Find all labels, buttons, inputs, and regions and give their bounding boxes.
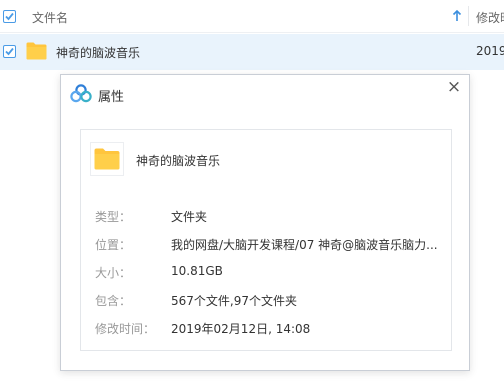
select-all-checkbox[interactable] (3, 10, 16, 23)
file-list-header: 文件名 修改时 (0, 0, 504, 33)
column-header-filename[interactable]: 文件名 (32, 9, 68, 26)
property-label-contains: 包含： (95, 294, 132, 308)
file-row[interactable]: 神奇的脑波音乐 2019 (0, 34, 504, 70)
baidu-cloud-logo-icon (70, 84, 92, 103)
property-value-modified: 2019年02月12日, 14:08 (171, 322, 311, 336)
divider (81, 188, 451, 189)
folder-icon (26, 42, 47, 60)
property-value-contains: 567个文件,97个文件夹 (171, 294, 297, 308)
property-value-type: 文件夹 (171, 210, 208, 224)
dialog-title-bar[interactable]: 属性 × (61, 75, 469, 113)
row-checkbox[interactable] (3, 45, 16, 58)
property-label-modified: 修改时间： (95, 322, 156, 336)
property-value-location[interactable]: 我的网盘/大脑开发课程/07 神奇@脑波音乐脑力... (171, 236, 438, 253)
item-name: 神奇的脑波音乐 (136, 154, 221, 168)
property-label-location: 位置： (95, 238, 132, 252)
file-modified-date: 2019 (476, 44, 504, 58)
checkmark-icon (5, 12, 14, 21)
item-icon-frame (90, 142, 124, 176)
file-name[interactable]: 神奇的脑波音乐 (56, 44, 140, 61)
property-label-type: 类型： (95, 210, 132, 224)
close-icon[interactable]: × (446, 79, 462, 96)
column-divider[interactable] (468, 6, 469, 26)
property-value-size: 10.81GB (171, 264, 223, 278)
checkmark-icon (5, 47, 14, 56)
folder-icon (94, 148, 120, 170)
sort-ascending-icon[interactable] (451, 9, 463, 23)
property-label-size: 大小： (95, 266, 132, 280)
dialog-title: 属性 (98, 90, 125, 105)
properties-dialog: 属性 × 神奇的脑波音乐 类型： 文件夹 位置： 我的网盘/大脑开发课程/07 … (60, 74, 470, 371)
properties-panel: 神奇的脑波音乐 类型： 文件夹 位置： 我的网盘/大脑开发课程/07 神奇@脑波… (80, 129, 452, 351)
column-header-modified[interactable]: 修改时 (476, 9, 504, 26)
